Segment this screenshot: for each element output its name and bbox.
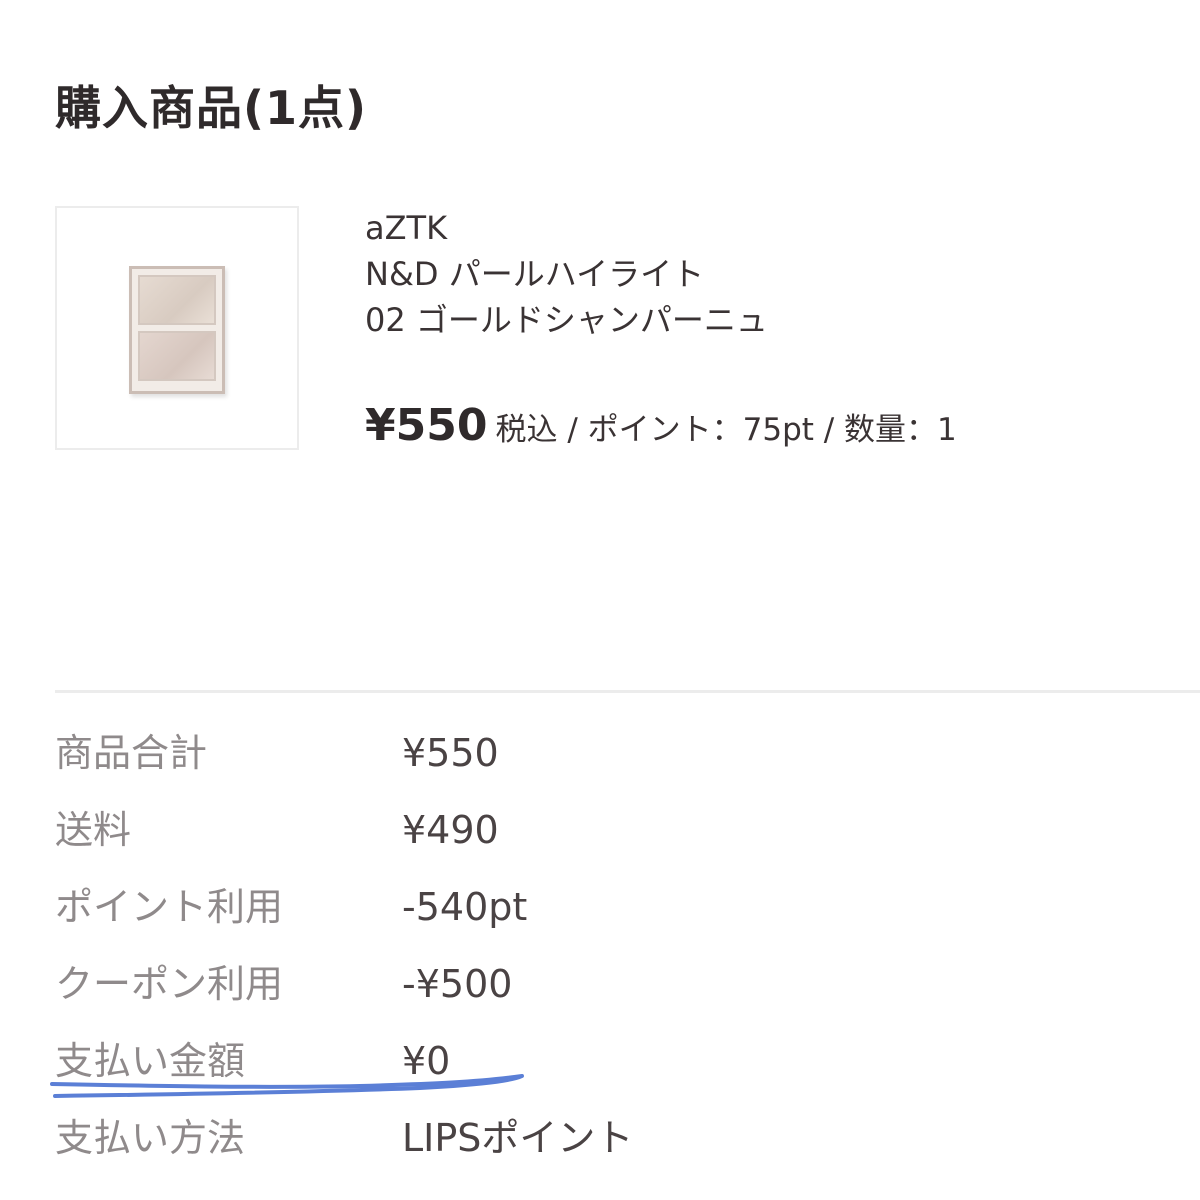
summary-row-shipping: 送料 ¥490 [55,800,1155,860]
divider [55,690,1200,693]
highlighter-palette-image [129,266,225,394]
summary-label: クーポン利用 [55,962,284,1006]
summary-row-payment-amount: 支払い金額 ¥0 [55,1031,1155,1091]
summary-row-coupon-used: クーポン利用 -¥500 [55,954,1155,1014]
summary-label: ポイント利用 [55,885,284,929]
summary-value: -¥500 [402,962,513,1006]
price-detail: 税込 / ポイント：75pt / 数量：1 [495,412,957,448]
product-price: ¥550 [365,400,488,451]
summary-value: ¥550 [402,731,499,775]
summary-value: -540pt [402,885,528,929]
summary-value: ¥0 [402,1039,451,1083]
product-image[interactable] [55,206,299,450]
summary-label: 支払い方法 [55,1116,246,1160]
summary-label: 支払い金額 [55,1039,246,1083]
summary-value: ¥490 [402,808,499,852]
palette-pan-bottom [138,331,216,381]
summary-row-subtotal: 商品合計 ¥550 [55,723,1155,783]
product-brand[interactable]: aZTK [365,205,768,251]
summary-value: LIPSポイント [402,1116,634,1160]
summary-label: 商品合計 [55,731,208,775]
summary-row-payment-method: 支払い方法 LIPSポイント [55,1108,1155,1168]
summary-row-points-used: ポイント利用 -540pt [55,877,1155,937]
palette-pan-top [138,275,216,325]
handwritten-underline [50,1074,524,1098]
price-line: ¥550 税込 / ポイント：75pt / 数量：1 [365,400,957,451]
product-name[interactable]: N&D パールハイライト [365,251,768,297]
product-variant: 02 ゴールドシャンパーニュ [365,301,768,339]
summary-label: 送料 [55,808,132,852]
product-info: aZTK N&D パールハイライト 02 ゴールドシャンパーニュ [365,205,768,343]
page-title: 購入商品(1点) [55,81,368,135]
